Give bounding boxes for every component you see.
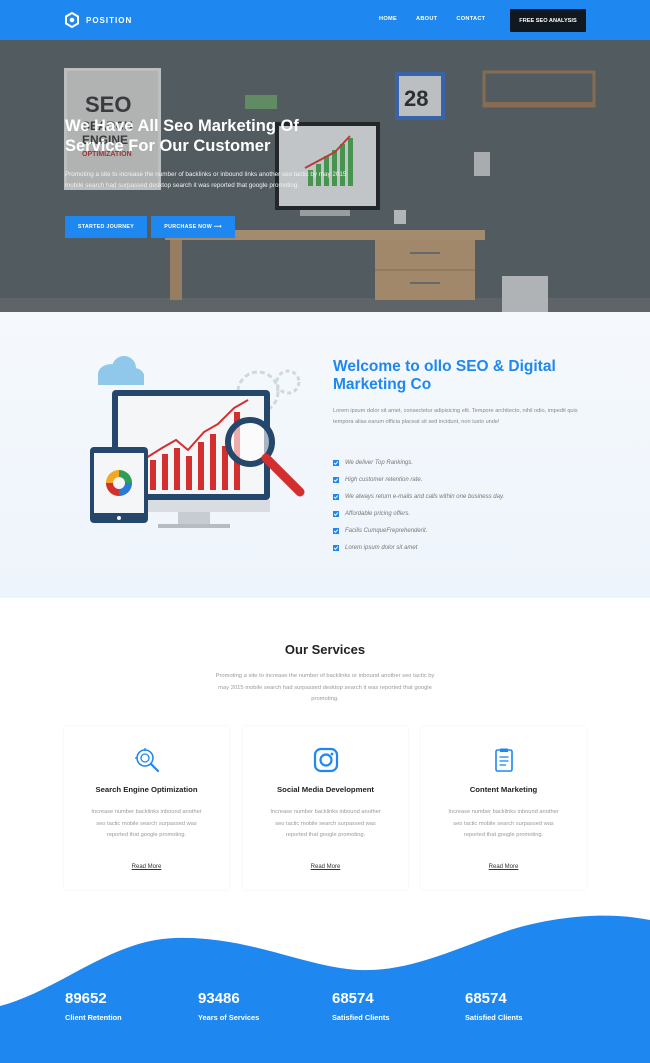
list-item: Lorem ipsum dolor sit amet xyxy=(333,539,504,556)
stat-label: Satisfied Clients xyxy=(332,1013,390,1022)
seo-search-icon xyxy=(135,748,160,773)
seo-analytics-illustration xyxy=(90,356,305,528)
welcome-section: Welcome to ollo SEO & Digital Marketing … xyxy=(0,312,650,598)
read-more-link[interactable]: Read More xyxy=(243,864,408,870)
welcome-description: Lorem ipsum dolor sit amet, consectetur … xyxy=(333,408,578,425)
list-item: High customer retention rate. xyxy=(333,471,504,488)
document-icon xyxy=(495,748,513,772)
instagram-icon xyxy=(313,747,339,773)
feature-text: Affordable pricing offers. xyxy=(345,510,411,517)
read-more-link[interactable]: Read More xyxy=(421,864,586,870)
stat-number: 93486 xyxy=(198,990,240,1007)
stat-satisfied-clients: 68574 Satisfied Clients xyxy=(332,990,390,1022)
hero-description: Promoting a site to increase the number … xyxy=(65,171,347,189)
started-journey-button[interactable]: STARTED JOURNEY xyxy=(65,216,147,238)
feature-text: We deliver Top Rankings. xyxy=(345,459,414,466)
stat-label: Years of Services xyxy=(198,1013,260,1022)
menu-about[interactable]: ABOUT xyxy=(416,16,437,22)
menu-home[interactable]: HOME xyxy=(379,16,397,22)
service-card-social: Social Media Development Increase number… xyxy=(243,727,408,889)
check-icon xyxy=(333,493,339,500)
list-item: Facilis CumqueFreprehenderit. xyxy=(333,522,504,539)
top-navbar: POSITION HOME ABOUT CONTACT FREE SEO ANA… xyxy=(0,0,650,40)
service-title: Search Engine Optimization xyxy=(95,785,198,794)
stats-wave-background xyxy=(0,915,650,1063)
stat-number: 68574 xyxy=(465,990,507,1007)
hero-title: We Have All Seo Marketing Of Service For… xyxy=(65,117,299,155)
main-menu: HOME ABOUT CONTACT xyxy=(379,16,485,22)
check-icon xyxy=(333,527,339,534)
service-text: Increase number backlinks inbound anothe… xyxy=(91,809,202,838)
stat-label: Client Retention xyxy=(65,1013,122,1022)
feature-text: We always return e-mails and calls withi… xyxy=(345,493,505,500)
services-description: Promoting a site to increase the number … xyxy=(215,673,435,702)
stat-number: 89652 xyxy=(65,990,107,1007)
list-item: We deliver Top Rankings. xyxy=(333,454,504,471)
brand-name: POSITION xyxy=(86,15,133,25)
read-more-link[interactable]: Read More xyxy=(64,864,229,870)
hexagon-logo-icon xyxy=(65,12,79,28)
check-icon xyxy=(333,544,339,551)
service-text: Increase number backlinks inbound anothe… xyxy=(448,809,559,838)
check-icon xyxy=(333,459,339,466)
hero-section: SEO SEARCH ENGINE OPTIMIZATION 28 We Hav… xyxy=(0,40,650,312)
list-item: We always return e-mails and calls withi… xyxy=(333,488,504,505)
feature-text: High customer retention rate. xyxy=(345,476,423,483)
welcome-title: Welcome to ollo SEO & Digital Marketing … xyxy=(333,358,556,393)
check-icon xyxy=(333,476,339,483)
list-item: Affordable pricing offers. xyxy=(333,505,504,522)
feature-checklist: We deliver Top Rankings. High customer r… xyxy=(333,454,504,556)
brand-logo[interactable]: POSITION xyxy=(64,12,132,28)
feature-text: Lorem ipsum dolor sit amet xyxy=(345,544,418,551)
service-title: Content Marketing xyxy=(469,785,538,794)
stat-label: Satisfied Clients xyxy=(465,1013,523,1022)
service-text: Increase number backlinks inbound anothe… xyxy=(270,809,381,838)
service-card-content: Content Marketing Increase number backli… xyxy=(421,727,586,889)
purchase-now-button[interactable]: PURCHASE NOW ⟶ xyxy=(151,216,235,238)
service-card-seo: Search Engine Optimization Increase numb… xyxy=(64,727,229,889)
services-title: Our Services xyxy=(284,642,366,657)
service-title: Social Media Development xyxy=(277,785,374,794)
stat-satisfied-clients-2: 68574 Satisfied Clients xyxy=(465,990,523,1022)
menu-contact[interactable]: CONTACT xyxy=(456,16,485,22)
free-seo-analysis-button[interactable]: FREE SEO ANALYSIS xyxy=(510,9,586,32)
check-icon xyxy=(333,510,339,517)
feature-text: Facilis CumqueFreprehenderit. xyxy=(345,527,428,534)
stat-client-retention: 89652 Client Retention xyxy=(65,990,122,1022)
stat-number: 68574 xyxy=(332,990,374,1007)
stat-years-of-service: 93486 Years of Services xyxy=(198,990,259,1022)
